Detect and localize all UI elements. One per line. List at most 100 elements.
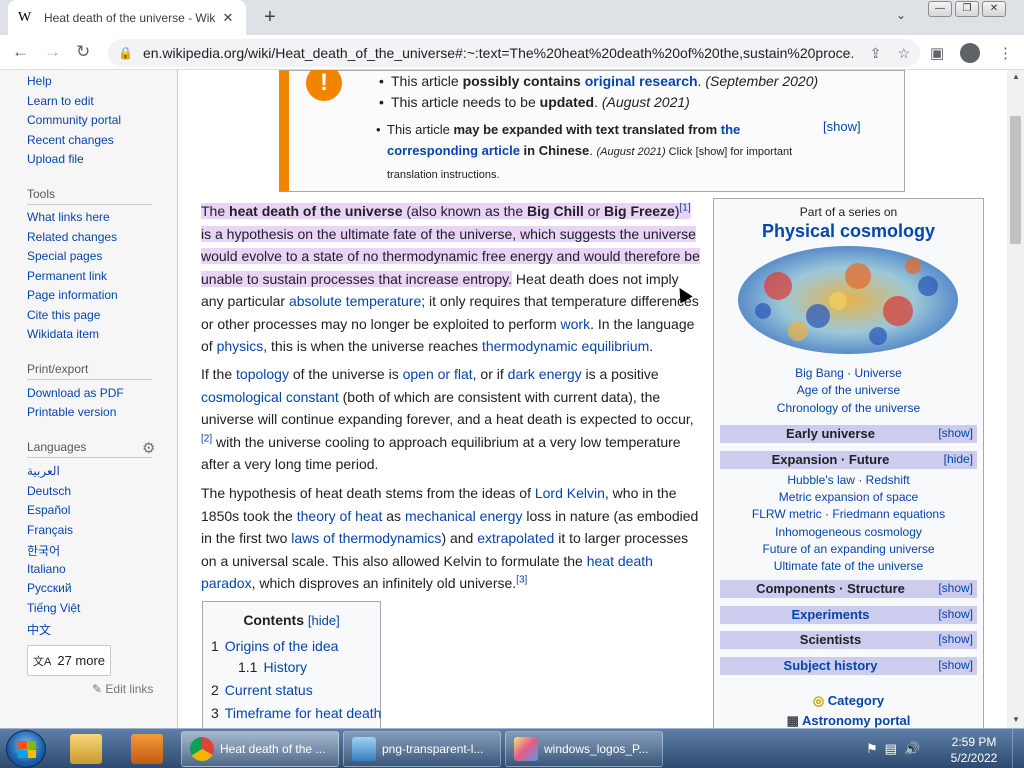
profile-avatar[interactable] <box>960 43 980 63</box>
close-window-button[interactable]: ✕ <box>982 1 1006 17</box>
language-link[interactable]: Русский <box>27 581 72 595</box>
toc-entry[interactable]: 1.1 History <box>238 659 307 675</box>
sidebar-item-related-changes[interactable]: Related changes <box>27 230 117 244</box>
page-scrollbar[interactable]: ▲ ▼ <box>1007 70 1024 728</box>
lock-icon[interactable]: 🔒 <box>118 46 133 60</box>
citation-3[interactable]: [3] <box>516 574 527 585</box>
start-button[interactable] <box>6 730 46 768</box>
sidebar-item-upload-file[interactable]: Upload file <box>27 152 84 166</box>
maximize-button[interactable]: ❐ <box>955 1 979 17</box>
theory-of-heat-link[interactable]: theory of heat <box>297 508 383 524</box>
sidebar-item-help[interactable]: Help <box>27 74 52 88</box>
language-link[interactable]: Italiano <box>27 562 66 576</box>
work-link[interactable]: work <box>561 316 591 332</box>
chronology-link[interactable]: Chronology of the universe <box>714 401 983 415</box>
sidebar-item-recent-changes[interactable]: Recent changes <box>27 133 114 147</box>
mechanical-energy-link[interactable]: mechanical energy <box>405 508 523 524</box>
sidebar-item-cite-this-page[interactable]: Cite this page <box>27 308 100 322</box>
universe-link[interactable]: Universe <box>855 366 902 380</box>
section-toggle[interactable]: [show] <box>938 425 973 441</box>
toc-entry[interactable]: 2 Current status <box>211 682 313 698</box>
reload-icon[interactable]: ↻ <box>76 43 90 61</box>
laws-of-thermodynamics-link[interactable]: laws of thermodynamics <box>291 530 441 546</box>
url-text[interactable]: en.wikipedia.org/wiki/Heat_death_of_the_… <box>143 45 853 61</box>
more-languages-button[interactable]: 文A 27 more <box>27 645 111 676</box>
sidebar-item-community-portal[interactable]: Community portal <box>27 113 121 127</box>
language-link[interactable]: Español <box>27 503 70 517</box>
expansion-item[interactable]: Ultimate fate of the universe <box>714 559 983 573</box>
sidebar-item-what-links-here[interactable]: What links here <box>27 210 110 224</box>
taskbar-button-image[interactable]: png-transparent-l... <box>343 731 501 767</box>
expansion-item[interactable]: Future of an expanding universe <box>714 542 983 556</box>
category-link[interactable]: Category <box>828 693 884 708</box>
sidebar-item-printable-version[interactable]: Printable version <box>27 405 116 419</box>
cosmological-constant-link[interactable]: cosmological constant <box>201 389 339 405</box>
sidebar-item-learn-to-edit[interactable]: Learn to edit <box>27 94 94 108</box>
expansion-item[interactable]: Metric expansion of space <box>714 490 983 504</box>
dark-energy-link[interactable]: dark energy <box>508 366 582 382</box>
physics-link[interactable]: physics <box>217 338 264 354</box>
thermodynamic-equilibrium-link[interactable]: thermodynamic equilibrium <box>482 338 649 354</box>
side-panel-icon[interactable]: ▣ <box>930 44 944 62</box>
gear-icon[interactable]: ⚙ <box>142 439 155 457</box>
network-icon[interactable]: ▤ <box>885 741 897 757</box>
media-player-icon[interactable] <box>131 734 163 764</box>
original-research-link[interactable]: original research <box>585 73 698 89</box>
volume-icon[interactable]: 🔊 <box>904 741 920 757</box>
new-tab-button[interactable]: + <box>258 5 282 29</box>
show-translation-toggle[interactable]: [show] <box>823 119 861 134</box>
scrollbar-thumb[interactable] <box>1010 116 1021 244</box>
toc-entry[interactable]: 3 Timeframe for heat death <box>211 705 381 721</box>
sidebar-item-wikidata-item[interactable]: Wikidata item <box>27 327 99 341</box>
sidebar-item-special-pages[interactable]: Special pages <box>27 249 102 263</box>
lord-kelvin-link[interactable]: Lord Kelvin <box>535 485 605 501</box>
share-icon[interactable]: ⇪ <box>870 45 882 62</box>
action-center-flag-icon[interactable]: ⚑ <box>866 741 878 757</box>
back-arrow-icon[interactable]: ← <box>12 43 29 61</box>
citation-2[interactable]: [2] <box>201 433 212 444</box>
edit-links[interactable]: ✎ Edit links <box>92 682 153 696</box>
toc-entry[interactable]: 1 Origins of the idea <box>211 638 338 654</box>
astronomy-portal-link[interactable]: Astronomy portal <box>802 713 910 728</box>
scroll-up-arrow-icon[interactable]: ▲ <box>1012 72 1020 81</box>
expansion-item[interactable]: Inhomogeneous cosmology <box>714 525 983 539</box>
section-toggle[interactable]: [show] <box>938 631 973 647</box>
language-link[interactable]: 한국어 <box>27 542 60 559</box>
show-desktop-button[interactable] <box>1012 729 1024 768</box>
scroll-down-arrow-icon[interactable]: ▼ <box>1012 715 1020 724</box>
taskbar-button-chrome[interactable]: Heat death of the ... <box>181 731 339 767</box>
browser-tab[interactable]: W Heat death of the universe - Wik ✕ <box>8 0 246 35</box>
sidebar-item-permanent-link[interactable]: Permanent link <box>27 269 107 283</box>
section-toggle[interactable]: [hide] <box>944 451 973 467</box>
citation-1[interactable]: [1] <box>680 202 691 213</box>
address-bar[interactable]: 🔒 en.wikipedia.org/wiki/Heat_death_of_th… <box>108 39 920 67</box>
big-bang-link[interactable]: Big Bang <box>795 366 844 380</box>
section-toggle[interactable]: [show] <box>938 580 973 596</box>
topology-link[interactable]: topology <box>236 366 289 382</box>
section-toggle[interactable]: [show] <box>938 657 973 673</box>
absolute-temperature-link[interactable]: absolute temperature <box>289 293 421 309</box>
menu-kebab-icon[interactable]: ⋮ <box>998 44 1013 62</box>
taskbar-button-paint[interactable]: windows_logos_P... <box>505 731 663 767</box>
language-link[interactable]: Français <box>27 523 73 537</box>
sidebar-item-download-pdf[interactable]: Download as PDF <box>27 386 124 400</box>
forward-arrow-icon[interactable]: → <box>44 43 61 61</box>
infobox-series-title[interactable]: Physical cosmology <box>714 221 983 242</box>
file-explorer-icon[interactable] <box>70 734 102 764</box>
language-link[interactable]: Deutsch <box>27 484 71 498</box>
minimize-button[interactable]: — <box>928 1 952 17</box>
clock[interactable]: 2:59 PM 5/2/2022 <box>944 734 1004 766</box>
open-or-flat-link[interactable]: open or flat <box>403 366 473 382</box>
close-tab-icon[interactable]: ✕ <box>220 10 236 26</box>
extrapolated-link[interactable]: extrapolated <box>477 530 554 546</box>
age-of-universe-link[interactable]: Age of the universe <box>714 383 983 397</box>
bookmark-star-icon[interactable]: ☆ <box>897 45 910 62</box>
section-toggle[interactable]: [show] <box>938 606 973 622</box>
tab-search-chevron-icon[interactable]: ⌄ <box>896 8 906 22</box>
language-link[interactable]: Tiếng Việt <box>27 601 80 615</box>
cmb-map-image[interactable] <box>738 246 958 354</box>
language-link[interactable]: العربية <box>27 464 60 478</box>
sidebar-item-page-information[interactable]: Page information <box>27 288 118 302</box>
toc-hide-toggle[interactable]: [hide] <box>308 613 340 628</box>
language-link[interactable]: 中文 <box>27 621 51 638</box>
